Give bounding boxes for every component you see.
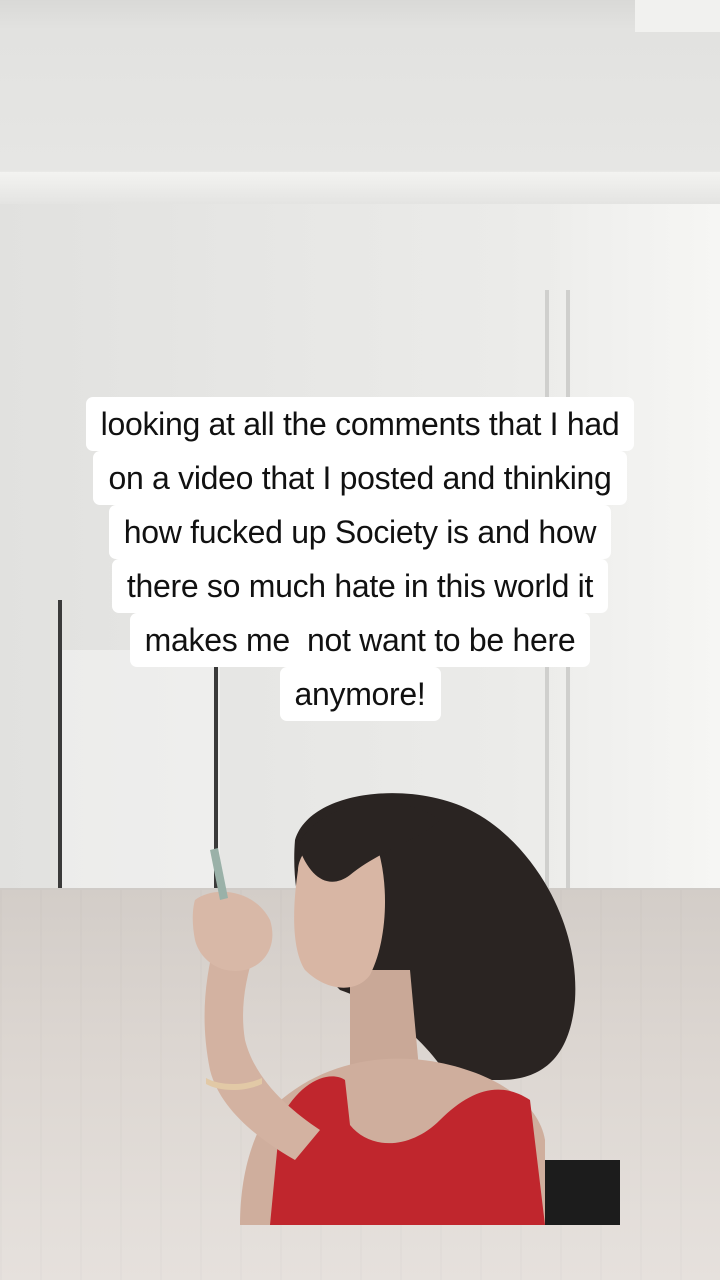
caption-line-3: how fucked up Society is and how [108, 505, 612, 559]
person-illustration [192, 793, 620, 1225]
caption-line-6: anymore! [279, 667, 441, 721]
caption-line-1: looking at all the comments that I had [85, 397, 635, 451]
caption-line-2: on a video that I posted and thinking [93, 451, 627, 505]
person-cutout-image [120, 780, 620, 1225]
ceiling-beam [0, 172, 720, 204]
caption-line-5: makes me not want to be here [129, 613, 591, 667]
ceiling-light [635, 0, 720, 32]
video-caption-overlay: looking at all the comments that I had o… [0, 397, 720, 721]
caption-line-4: there so much hate in this world it [111, 559, 609, 613]
